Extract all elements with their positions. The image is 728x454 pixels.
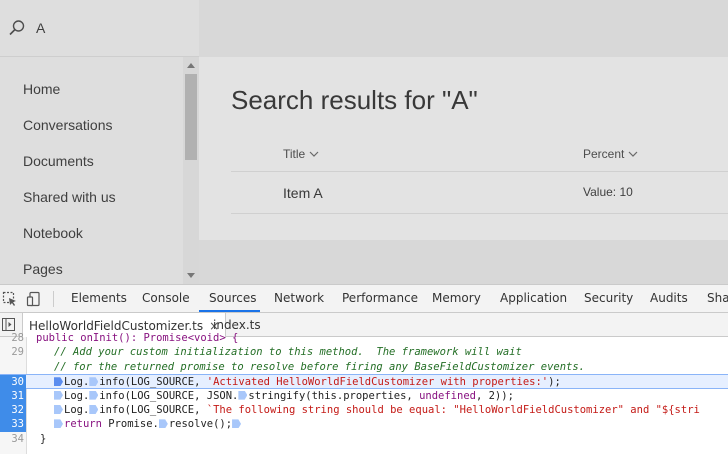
tab-application[interactable]: Application [500,291,567,305]
chevron-down-icon [628,151,638,157]
page-title: Search results for "A" [231,85,478,115]
code-text: public onInit(): Promise<void> { [36,332,239,344]
column-header-title[interactable]: Title [283,147,319,161]
nav-item-notebook[interactable]: Notebook [23,225,83,241]
breakpoint-marker-icon[interactable] [54,377,63,387]
tab-console[interactable]: Console [142,291,190,305]
nav-item-shared-with-us[interactable]: Shared with us [23,189,116,205]
code-line: 32 Log. info(LOG_SOURCE, `The following s… [0,403,728,418]
file-tab-label: index.ts [213,318,261,332]
breakpoint-line-number[interactable]: 31 [0,388,26,403]
top-bar [199,0,728,57]
header-divider [231,171,728,172]
devtools-tabbar: Elements Console Sources Network Perform… [0,285,728,313]
inline-breakpoint-icon[interactable] [89,377,99,387]
content-footer-area [199,240,728,284]
inline-breakpoint-icon[interactable] [89,390,99,400]
tab-sources[interactable]: Sources [209,291,256,305]
column-header-label: Percent [583,147,625,161]
sidebar-scrollbar[interactable] [183,57,199,284]
nav-item-conversations[interactable]: Conversations [23,117,113,133]
device-toolbar-icon[interactable] [26,291,42,307]
sharepoint-page: A Home Conversations Documents Shared wi… [0,0,728,284]
code-text: Log. info(LOG_SOURCE, JSON. stringify(this… [54,389,514,403]
breakpoint-line-number[interactable]: 32 [0,403,26,418]
code-line: 28 public onInit(): Promise<void> { [0,331,728,345]
inline-breakpoint-icon[interactable] [238,390,248,400]
code-editor[interactable]: 28 public onInit(): Promise<void> { 29 /… [0,332,728,454]
search-box[interactable]: A [0,0,199,57]
tab-audits[interactable]: Audits [650,291,688,305]
result-title-cell[interactable]: Item A [283,185,323,201]
devtools-panel: Elements Console Sources Network Perform… [0,284,728,454]
nav-item-home[interactable]: Home [23,81,60,97]
breakpoint-line-number[interactable]: 33 [0,417,26,432]
code-text: Log. info(LOG_SOURCE, `The following stri… [54,403,700,417]
code-line: // for the returned promise to resolve b… [0,360,728,374]
active-tab-indicator [199,310,260,312]
code-text: return Promise. resolve(); [54,417,242,431]
line-number[interactable]: 34 [0,432,24,446]
chevron-down-icon [309,151,319,157]
code-comment: // Add your custom initialization to thi… [54,346,522,359]
search-input[interactable]: A [36,20,45,36]
row-divider [231,213,728,214]
column-header-label: Title [283,147,306,161]
inline-breakpoint-icon[interactable] [232,419,242,429]
tab-network[interactable]: Network [274,291,324,305]
code-text: Log. info(LOG_SOURCE, 'Activated HelloWor… [54,375,561,389]
scroll-up-arrow-icon[interactable] [187,63,195,68]
breakpoint-line-number[interactable]: 30 [0,375,26,390]
code-line: 33 return Promise. resolve(); [0,417,728,432]
nav-item-pages[interactable]: Pages [23,261,63,277]
line-number[interactable]: 28 [0,331,24,345]
inline-breakpoint-icon[interactable] [54,405,63,414]
code-line: 29 // Add your custom initialization to … [0,345,728,359]
column-header-percent[interactable]: Percent [583,147,638,161]
code-text: } [40,432,47,445]
inline-breakpoint-icon[interactable] [89,405,99,414]
code-line: 34 } [0,432,728,446]
tab-overflow[interactable]: Sha [707,291,728,305]
inline-breakpoint-icon[interactable] [54,390,63,400]
line-number[interactable]: 29 [0,345,24,359]
toggle-navigator-icon[interactable] [2,318,15,331]
code-line-current-execution: 30 Log. info(LOG_SOURCE, 'Activated Hello… [0,374,728,390]
search-icon [9,20,25,36]
result-percent-cell: Value: 10 [583,185,633,199]
inline-breakpoint-icon[interactable] [158,419,168,429]
code-comment: // for the returned promise to resolve b… [54,360,586,373]
inspect-element-icon[interactable] [2,291,18,307]
left-navigation: Home Conversations Documents Shared with… [0,57,183,284]
tab-security[interactable]: Security [584,291,633,305]
toolbar-divider [53,291,54,307]
search-results-panel: Search results for "A" Title Percent Ite… [199,57,728,240]
tab-performance[interactable]: Performance [342,291,418,305]
tab-memory[interactable]: Memory [432,291,481,305]
scroll-down-arrow-icon[interactable] [187,273,195,278]
nav-item-documents[interactable]: Documents [23,153,94,169]
code-line: 31 Log. info(LOG_SOURCE, JSON. stringify(t… [0,388,728,403]
scrollbar-thumb[interactable] [185,74,197,160]
inline-breakpoint-icon[interactable] [54,419,63,429]
tab-elements[interactable]: Elements [71,291,127,305]
